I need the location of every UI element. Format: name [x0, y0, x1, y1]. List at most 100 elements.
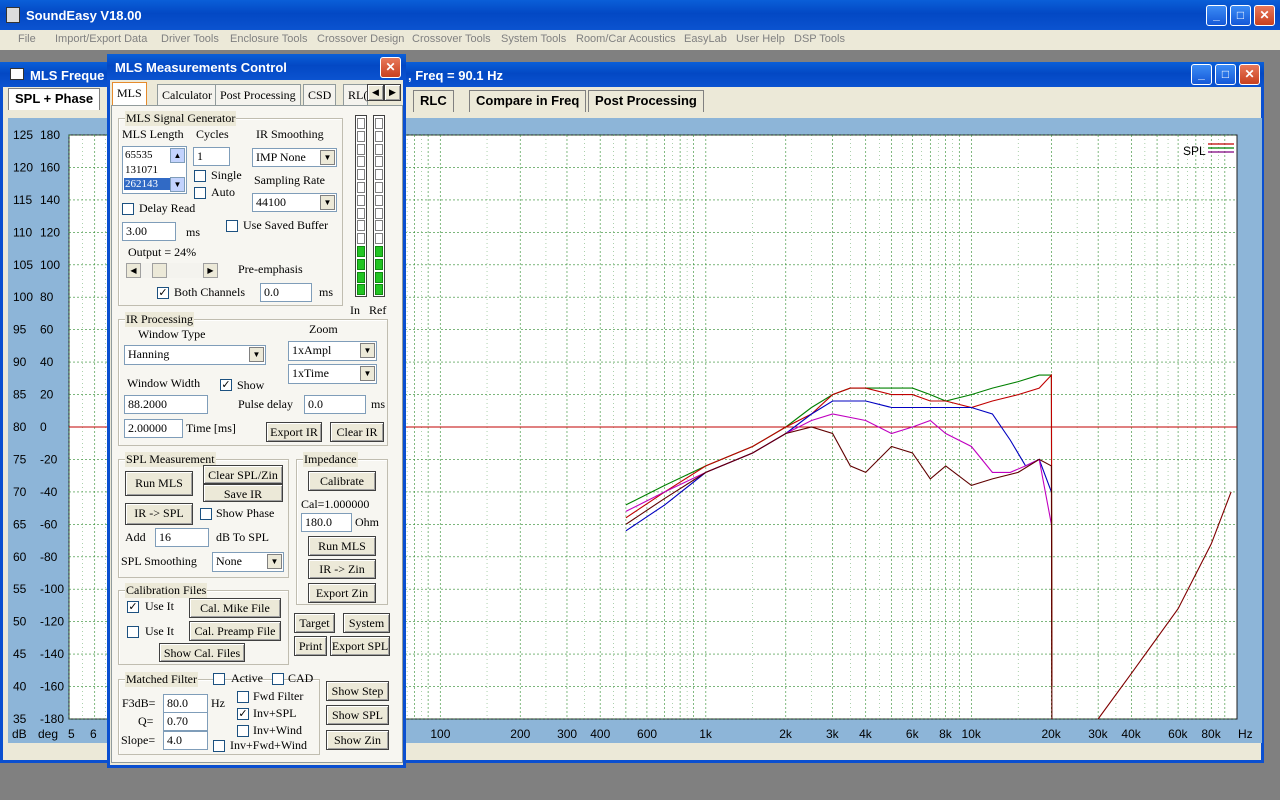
slider-thumb[interactable]	[152, 263, 168, 278]
time-input[interactable]: 2.00000	[124, 419, 183, 438]
inv-spl-checkbox[interactable]: ✓	[237, 708, 249, 720]
window-type-select[interactable]: Hanning ▼	[124, 345, 266, 365]
active-label: Active	[231, 671, 263, 685]
dialog-tab-rl[interactable]: RL(	[343, 84, 368, 106]
delay-ms-input[interactable]: 3.00	[122, 222, 176, 241]
show-step-button[interactable]: Show Step	[326, 681, 389, 701]
q-input[interactable]: 0.70	[163, 712, 208, 731]
impedance-ohm-input[interactable]: 180.0	[301, 513, 352, 532]
slider-left-button[interactable]: ◀	[126, 263, 141, 278]
single-checkbox[interactable]	[194, 170, 206, 182]
output-slider[interactable]: ◀ ▶	[126, 263, 218, 278]
list-scroll-up-button[interactable]: ▲	[170, 148, 185, 163]
zoom-time-select[interactable]: 1xTime ▼	[288, 364, 377, 384]
x-tick-label: 400	[590, 727, 610, 741]
y-tick-db: 95	[13, 323, 27, 337]
active-checkbox[interactable]	[213, 673, 225, 685]
mls-length-option[interactable]: 131071	[125, 164, 158, 176]
cal-value-text: Cal=1.000000	[301, 497, 370, 511]
show-zin-button[interactable]: Show Zin	[326, 730, 389, 750]
tab-scroll-right-button[interactable]: ▶	[384, 84, 401, 101]
use-saved-buffer-checkbox[interactable]	[226, 220, 238, 232]
clear-spl-zin-button[interactable]: Clear SPL/Zin	[203, 465, 283, 484]
x-tick-label: 60k	[1168, 727, 1188, 741]
use-saved-buffer-label: Use Saved Buffer	[243, 218, 329, 232]
inv-fwd-wind-checkbox[interactable]	[213, 740, 225, 752]
both-channels-checkbox[interactable]: ✓	[157, 287, 169, 299]
show-checkbox[interactable]: ✓	[220, 379, 232, 391]
group-matched-filter-label: Matched Filter	[125, 672, 198, 687]
mls-length-list[interactable]: 65535 131071 262143 ▲ ▼	[122, 146, 187, 194]
dialog-tab-mls[interactable]: MLS	[112, 82, 147, 106]
chevron-down-icon: ▼	[267, 554, 282, 569]
show-cal-files-button[interactable]: Show Cal. Files	[159, 643, 245, 662]
pulse-delay-input[interactable]: 0.0	[304, 395, 366, 414]
tab-scroll-left-button[interactable]: ◀	[367, 84, 384, 101]
y-tick-db: 35	[13, 712, 27, 726]
print-button[interactable]: Print	[294, 636, 327, 656]
y-tick-deg: 100	[40, 258, 60, 272]
both-channels-input[interactable]: 0.0	[260, 283, 312, 302]
export-ir-button[interactable]: Export IR	[266, 422, 322, 442]
cad-checkbox[interactable]	[272, 673, 284, 685]
list-scroll-down-button[interactable]: ▼	[170, 177, 185, 192]
cycles-input[interactable]: 1	[193, 147, 230, 166]
use-it-preamp-checkbox[interactable]	[127, 626, 139, 638]
f3db-input[interactable]: 80.0	[163, 694, 208, 713]
fwd-filter-checkbox[interactable]	[237, 691, 249, 703]
slider-right-button[interactable]: ▶	[203, 263, 218, 278]
x-tick-label: Hz	[1238, 727, 1253, 741]
mls-length-option[interactable]: 65535	[125, 149, 153, 161]
in-level-meter	[355, 115, 367, 297]
x-tick-label: 600	[637, 727, 657, 741]
target-button[interactable]: Target	[294, 613, 335, 633]
y-tick-db: 75	[13, 452, 27, 466]
ir-smoothing-label: IR Smoothing	[256, 127, 324, 141]
spl-smoothing-label: SPL Smoothing	[121, 554, 197, 568]
meter-in-label: In	[350, 303, 360, 317]
show-phase-checkbox[interactable]	[200, 508, 212, 520]
y-tick-db: 40	[13, 680, 27, 694]
spl-smoothing-select[interactable]: None ▼	[212, 552, 284, 572]
export-zin-button[interactable]: Export Zin	[308, 583, 376, 603]
use-it-mike-checkbox[interactable]: ✓	[127, 601, 139, 613]
mls-length-option-selected[interactable]: 262143	[124, 178, 170, 190]
ir-to-zin-button[interactable]: IR -> Zin	[308, 559, 376, 579]
show-phase-label: Show Phase	[216, 506, 275, 520]
meter-segment	[375, 194, 383, 206]
window-width-input[interactable]: 88.2000	[124, 395, 208, 414]
ir-smoothing-select[interactable]: IMP None ▼	[252, 148, 337, 167]
system-button[interactable]: System	[343, 613, 390, 633]
ref-level-meter	[373, 115, 385, 297]
export-spl-button[interactable]: Export SPL	[330, 636, 390, 656]
y-tick-deg: 40	[40, 355, 54, 369]
run-mls-spl-button[interactable]: Run MLS	[125, 471, 193, 496]
meter-segment	[357, 271, 365, 283]
dialog-tab-csd[interactable]: CSD	[303, 84, 337, 106]
y-tick-deg: -120	[40, 615, 64, 629]
ir-to-spl-button[interactable]: IR -> SPL	[125, 503, 193, 525]
dialog-close-button[interactable]: ✕	[380, 57, 401, 78]
show-spl-button[interactable]: Show SPL	[326, 705, 389, 725]
cal-mike-file-button[interactable]: Cal. Mike File	[189, 598, 281, 618]
add-db-input[interactable]: 16	[155, 528, 209, 547]
calibrate-button[interactable]: Calibrate	[308, 471, 376, 491]
run-mls-impedance-button[interactable]: Run MLS	[308, 536, 376, 556]
dialog-tab-calculator[interactable]: Calculator	[157, 84, 217, 106]
x-axis-unit-db: dB	[12, 727, 27, 741]
slope-input[interactable]: 4.0	[163, 731, 208, 750]
zoom-ampl-select[interactable]: 1xAmpl ▼	[288, 341, 377, 361]
show-label: Show	[237, 378, 265, 392]
dialog-titlebar: MLS Measurements Control ✕	[107, 54, 406, 80]
sampling-rate-select[interactable]: 44100 ▼	[252, 193, 337, 212]
cal-preamp-file-button[interactable]: Cal. Preamp File	[189, 621, 281, 641]
delay-read-checkbox[interactable]	[122, 203, 134, 215]
group-impedance-label: Impedance	[303, 452, 358, 467]
dialog-tab-post-processing[interactable]: Post Processing	[215, 84, 301, 106]
clear-ir-button[interactable]: Clear IR	[330, 422, 384, 442]
auto-checkbox[interactable]	[194, 187, 206, 199]
dialog-title: MLS Measurements Control	[115, 60, 287, 75]
inv-wind-checkbox[interactable]	[237, 725, 249, 737]
save-ir-button[interactable]: Save IR	[203, 484, 283, 502]
add-label: Add	[125, 530, 146, 544]
